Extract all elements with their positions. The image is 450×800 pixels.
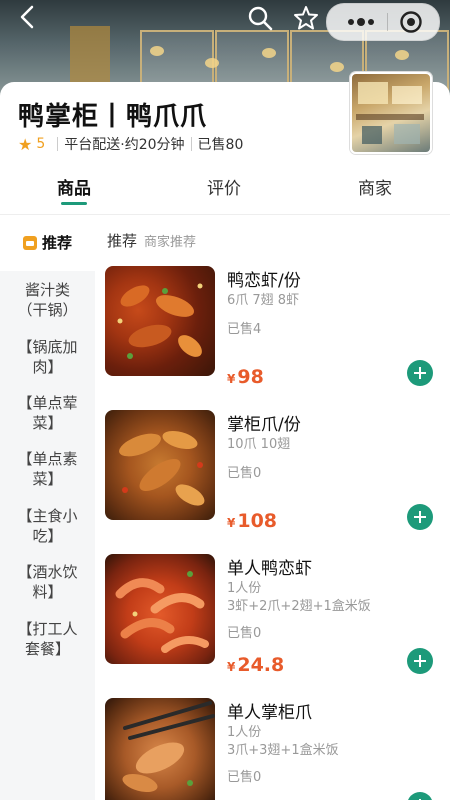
dish-image [105, 554, 215, 664]
store-sold-count: 已售80 [197, 137, 244, 153]
add-to-cart-icon[interactable] [407, 504, 433, 530]
dish-spec: 1人份 [227, 581, 262, 596]
sidebar-item-label: 推荐 [41, 234, 72, 252]
more-icon[interactable] [339, 4, 383, 40]
dish-spec: 6爪 7翅 8虾 [227, 293, 300, 308]
sidebar-item-staples[interactable]: 【主食小吃】 [0, 506, 95, 546]
product-card[interactable]: 单人鸭恋虾 1人份 3虾+2爪+2翅+1盒米饭 已售0 ¥24.8 [105, 554, 450, 679]
product-card[interactable]: 掌柜爪/份 10爪 10翅 已售0 ¥108 [105, 410, 450, 535]
dish-image [105, 698, 215, 800]
sidebar-item-pot-meat[interactable]: 【锅底加肉】 [0, 337, 95, 377]
sidebar-item-drinks[interactable]: 【酒水饮料】 [0, 562, 95, 602]
section-title: 推荐 [107, 232, 138, 250]
tab-merchant[interactable]: 商家 [358, 174, 392, 199]
sidebar-item-worker-set[interactable]: 【打工人套餐】 [0, 619, 95, 659]
dish-spec: 10爪 10翅 [227, 437, 291, 452]
sidebar-item-meat-dishes[interactable]: 【单点荤菜】 [0, 393, 95, 433]
tab-reviews[interactable]: 评价 [207, 174, 241, 199]
mini-program-capsule [326, 3, 440, 41]
recommend-icon [22, 236, 37, 250]
dish-price: ¥108 [227, 510, 278, 532]
dish-image [105, 266, 215, 376]
store-tabs: 商品 评价 商家 [0, 162, 450, 215]
dish-spec: 1人份 [227, 725, 262, 740]
active-tab-indicator [61, 202, 87, 205]
dish-sold: 已售0 [227, 770, 262, 785]
product-card[interactable]: 鸭恋虾/份 6爪 7翅 8虾 已售4 ¥98 [105, 266, 450, 391]
sidebar-item-recommended[interactable]: 推荐 [0, 215, 95, 271]
dish-name: 单人鸭恋虾 [227, 559, 312, 579]
product-card[interactable]: 单人掌柜爪 1人份 3爪+3翅+1盒米饭 已售0 [105, 698, 450, 800]
section-subtitle: 商家推荐 [144, 235, 197, 250]
back-icon[interactable] [16, 4, 42, 30]
dish-name: 鸭恋虾/份 [227, 271, 301, 291]
dish-name: 单人掌柜爪 [227, 703, 312, 723]
dish-price: ¥98 [227, 366, 264, 388]
store-thumbnail[interactable] [350, 72, 432, 154]
close-target-icon[interactable] [399, 10, 423, 34]
dish-spec-detail: 3爪+3翅+1盒米饭 [227, 743, 339, 758]
dish-sold: 已售0 [227, 626, 262, 641]
sidebar-item-veg-dishes[interactable]: 【单点素菜】 [0, 449, 95, 489]
add-to-cart-icon[interactable] [407, 792, 433, 800]
capsule-divider [387, 13, 388, 31]
dish-spec-detail: 3虾+2爪+2翅+1盒米饭 [227, 599, 371, 614]
dish-sold: 已售4 [227, 322, 262, 337]
store-name: 鸭掌柜丨鸭爪爪 [18, 102, 208, 132]
rating-star-icon: ★ [18, 134, 33, 154]
store-meta: ★ 5 平台配送·约20分钟 已售80 [18, 134, 243, 154]
favorite-star-icon[interactable] [292, 4, 320, 32]
category-sidebar: 推荐 酱汁类（干锅） 【锅底加肉】 【单点荤菜】 【单点素菜】 【主食小吃】 【… [0, 215, 95, 800]
dish-name: 掌柜爪/份 [227, 415, 301, 435]
add-to-cart-icon[interactable] [407, 648, 433, 674]
add-to-cart-icon[interactable] [407, 360, 433, 386]
sidebar-item-sauce[interactable]: 酱汁类（干锅） [0, 280, 95, 320]
store-rating: 5 [36, 136, 46, 152]
tab-products[interactable]: 商品 [57, 174, 91, 199]
delivery-info: 平台配送·约20分钟 [64, 137, 185, 153]
dish-price: ¥24.8 [227, 654, 285, 676]
search-icon[interactable] [246, 4, 274, 32]
dish-image [105, 410, 215, 520]
dish-sold: 已售0 [227, 466, 262, 481]
